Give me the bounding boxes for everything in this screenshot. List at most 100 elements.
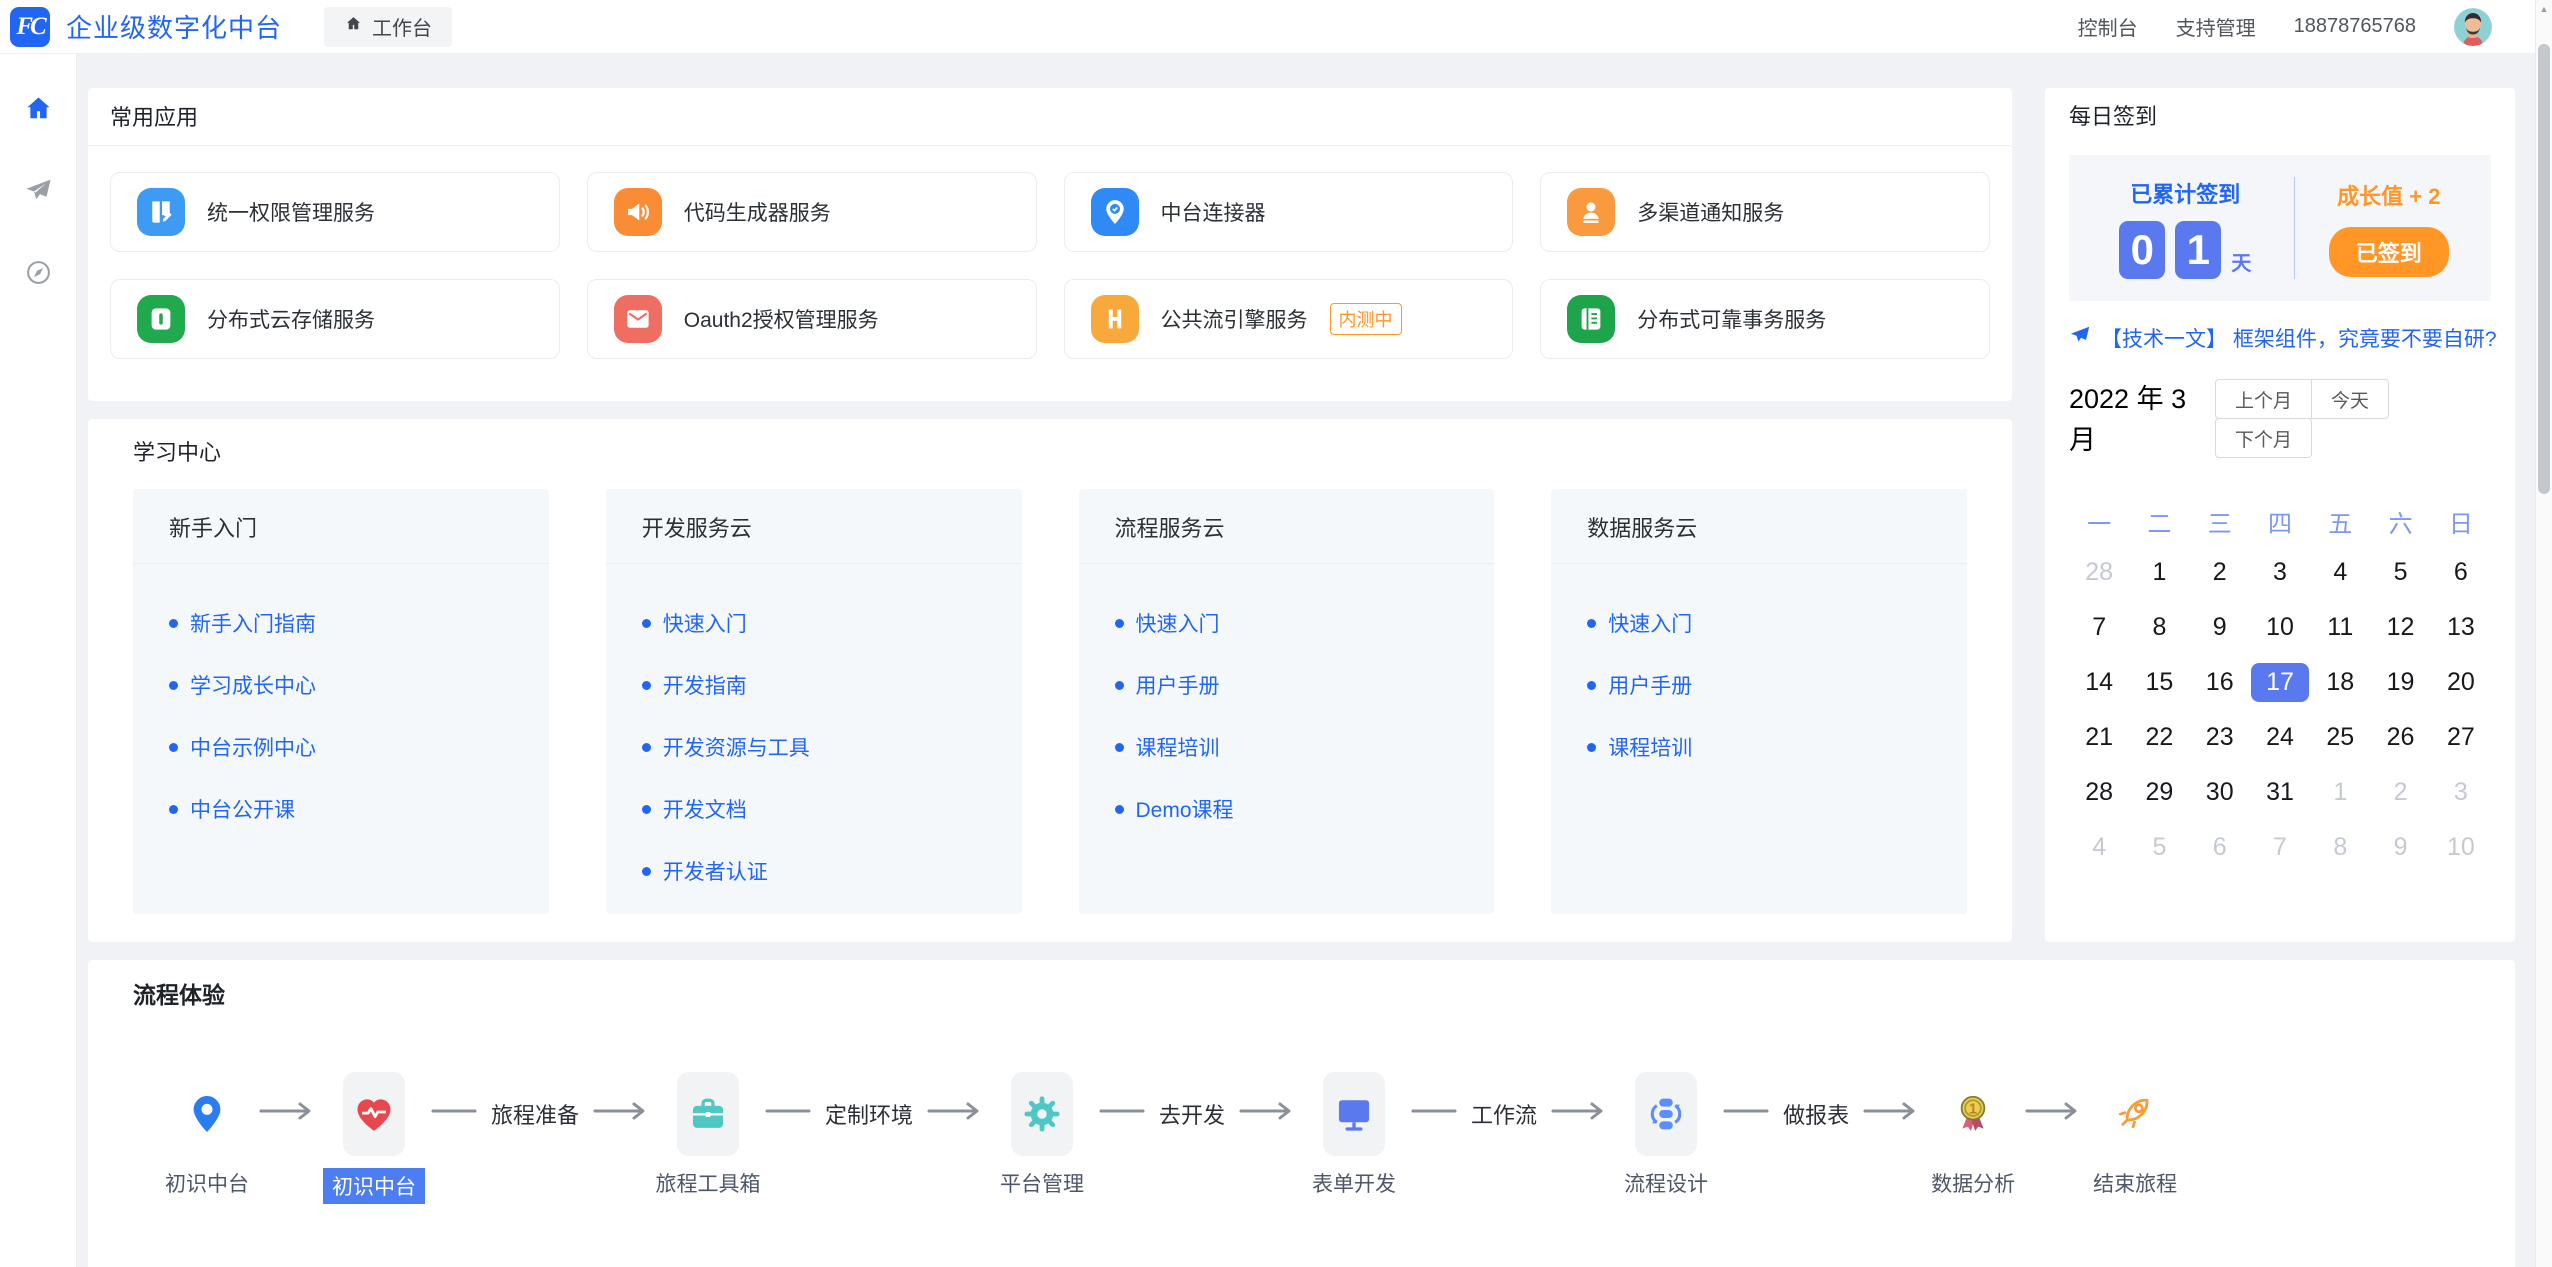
app-card[interactable]: Oauth2授权管理服务 bbox=[587, 279, 1037, 359]
calendar-day[interactable]: 5 bbox=[2370, 545, 2430, 600]
calendar-day[interactable]: 4 bbox=[2069, 820, 2129, 875]
learning-link[interactable]: 开发者认证 bbox=[642, 856, 986, 886]
tab-workbench[interactable]: 工作台 bbox=[324, 7, 452, 47]
calendar-day[interactable]: 23 bbox=[2190, 710, 2250, 765]
learning-link[interactable]: 快速入门 bbox=[1115, 608, 1459, 638]
journey-connector-label: 去开发 bbox=[1159, 1098, 1225, 1130]
calendar-day[interactable]: 12 bbox=[2370, 600, 2430, 655]
calendar-day[interactable]: 9 bbox=[2370, 820, 2430, 875]
calendar-day[interactable]: 24 bbox=[2250, 710, 2310, 765]
calendar-day[interactable]: 30 bbox=[2190, 765, 2250, 820]
app-card[interactable]: 统一权限管理服务 bbox=[110, 172, 560, 252]
calendar-day[interactable]: 7 bbox=[2250, 820, 2310, 875]
flowchart-icon[interactable] bbox=[1635, 1072, 1697, 1156]
app-card[interactable]: 公共流引擎服务内测中 bbox=[1064, 279, 1514, 359]
calendar-day-number: 22 bbox=[2146, 723, 2174, 752]
paper-plane-icon[interactable] bbox=[22, 174, 54, 206]
rocket-icon[interactable] bbox=[2109, 1072, 2161, 1156]
calendar-day[interactable]: 31 bbox=[2250, 765, 2310, 820]
bullet-dot bbox=[1115, 619, 1124, 628]
location-pin-icon[interactable] bbox=[181, 1072, 233, 1156]
scroll-up-arrow[interactable]: ▲ bbox=[2536, 0, 2552, 17]
learning-column-title: 数据服务云 bbox=[1551, 489, 1967, 564]
today-button[interactable]: 今天 bbox=[2311, 379, 2389, 419]
user-avatar[interactable] bbox=[2454, 8, 2492, 46]
calendar-day[interactable]: 22 bbox=[2129, 710, 2189, 765]
calendar-day[interactable]: 14 bbox=[2069, 655, 2129, 710]
monitor-icon[interactable] bbox=[1323, 1072, 1385, 1156]
calendar-day[interactable]: 25 bbox=[2310, 710, 2370, 765]
learning-link[interactable]: 快速入门 bbox=[1587, 608, 1931, 638]
nav-support[interactable]: 支持管理 bbox=[2176, 12, 2256, 41]
calendar-day[interactable]: 1 bbox=[2129, 545, 2189, 600]
app-card[interactable]: 分布式云存储服务 bbox=[110, 279, 560, 359]
learning-column: 流程服务云快速入门用户手册课程培训Demo课程 bbox=[1079, 489, 1495, 914]
signed-in-button[interactable]: 已签到 bbox=[2329, 227, 2449, 277]
heart-pulse-icon[interactable] bbox=[343, 1072, 405, 1156]
calendar-day[interactable]: 2 bbox=[2190, 545, 2250, 600]
journey-step-label: 初识中台 bbox=[323, 1168, 425, 1204]
calendar-day[interactable]: 10 bbox=[2250, 600, 2310, 655]
calendar-day[interactable]: 6 bbox=[2431, 545, 2491, 600]
learning-link[interactable]: 课程培训 bbox=[1115, 732, 1459, 762]
app-card[interactable]: 多渠道通知服务 bbox=[1540, 172, 1990, 252]
learning-link[interactable]: 快速入门 bbox=[642, 608, 986, 638]
learning-link[interactable]: Demo课程 bbox=[1115, 794, 1459, 824]
prev-month-button[interactable]: 上个月 bbox=[2215, 379, 2312, 419]
calendar-day[interactable]: 8 bbox=[2310, 820, 2370, 875]
calendar-day[interactable]: 19 bbox=[2370, 655, 2430, 710]
process-experience-title: 流程体验 bbox=[133, 976, 2470, 1010]
calendar-day[interactable]: 15 bbox=[2129, 655, 2189, 710]
learning-link[interactable]: 开发文档 bbox=[642, 794, 986, 824]
learning-link[interactable]: 用户手册 bbox=[1587, 670, 1931, 700]
calendar-day[interactable]: 11 bbox=[2310, 600, 2370, 655]
calendar-day[interactable]: 5 bbox=[2129, 820, 2189, 875]
calendar-day[interactable]: 13 bbox=[2431, 600, 2491, 655]
calendar-day[interactable]: 21 bbox=[2069, 710, 2129, 765]
learning-link[interactable]: 中台公开课 bbox=[169, 794, 513, 824]
briefcase-icon[interactable] bbox=[677, 1072, 739, 1156]
calendar-day[interactable]: 17 bbox=[2250, 655, 2310, 710]
calendar-day[interactable]: 2 bbox=[2370, 765, 2430, 820]
medal-icon[interactable]: 1 bbox=[1947, 1072, 1999, 1156]
calendar-day[interactable]: 16 bbox=[2190, 655, 2250, 710]
learning-link[interactable]: 开发指南 bbox=[642, 670, 986, 700]
calendar-day[interactable]: 9 bbox=[2190, 600, 2250, 655]
nav-console[interactable]: 控制台 bbox=[2078, 12, 2138, 41]
compass-icon[interactable] bbox=[22, 256, 54, 288]
calendar-grid: 2812345678910111213141516171819202122232… bbox=[2069, 545, 2491, 875]
calendar-day[interactable]: 10 bbox=[2431, 820, 2491, 875]
calendar-day-number: 12 bbox=[2387, 613, 2415, 642]
calendar-day[interactable]: 1 bbox=[2310, 765, 2370, 820]
calendar-day[interactable]: 3 bbox=[2431, 765, 2491, 820]
app-card[interactable]: 中台连接器 bbox=[1064, 172, 1514, 252]
learning-link[interactable]: 学习成长中心 bbox=[169, 670, 513, 700]
calendar-day[interactable]: 26 bbox=[2370, 710, 2430, 765]
calendar-day[interactable]: 3 bbox=[2250, 545, 2310, 600]
learning-link[interactable]: 开发资源与工具 bbox=[642, 732, 986, 762]
calendar-day[interactable]: 28 bbox=[2069, 545, 2129, 600]
learning-link[interactable]: 课程培训 bbox=[1587, 732, 1931, 762]
journey-step: 旅程工具箱 bbox=[677, 1072, 739, 1156]
calendar-day[interactable]: 6 bbox=[2190, 820, 2250, 875]
scrollbar-thumb[interactable] bbox=[2538, 44, 2550, 494]
page-scrollbar[interactable]: ▲ bbox=[2535, 0, 2552, 1267]
gear-icon[interactable] bbox=[1011, 1072, 1073, 1156]
calendar-day[interactable]: 7 bbox=[2069, 600, 2129, 655]
calendar-day[interactable]: 28 bbox=[2069, 765, 2129, 820]
calendar-day[interactable]: 4 bbox=[2310, 545, 2370, 600]
learning-link[interactable]: 用户手册 bbox=[1115, 670, 1459, 700]
calendar-day[interactable]: 20 bbox=[2431, 655, 2491, 710]
learning-link[interactable]: 新手入门指南 bbox=[169, 608, 513, 638]
learning-link[interactable]: 中台示例中心 bbox=[169, 732, 513, 762]
journey-connector-label: 工作流 bbox=[1471, 1098, 1537, 1130]
tech-article-link[interactable]: 【技术一文】 框架组件，究竟要不要自研? bbox=[2069, 323, 2491, 353]
next-month-button[interactable]: 下个月 bbox=[2215, 418, 2312, 458]
calendar-day[interactable]: 29 bbox=[2129, 765, 2189, 820]
calendar-day[interactable]: 27 bbox=[2431, 710, 2491, 765]
calendar-day[interactable]: 8 bbox=[2129, 600, 2189, 655]
home-icon[interactable] bbox=[22, 92, 54, 124]
app-card[interactable]: 分布式可靠事务服务 bbox=[1540, 279, 1990, 359]
app-card[interactable]: 代码生成器服务 bbox=[587, 172, 1037, 252]
calendar-day[interactable]: 18 bbox=[2310, 655, 2370, 710]
